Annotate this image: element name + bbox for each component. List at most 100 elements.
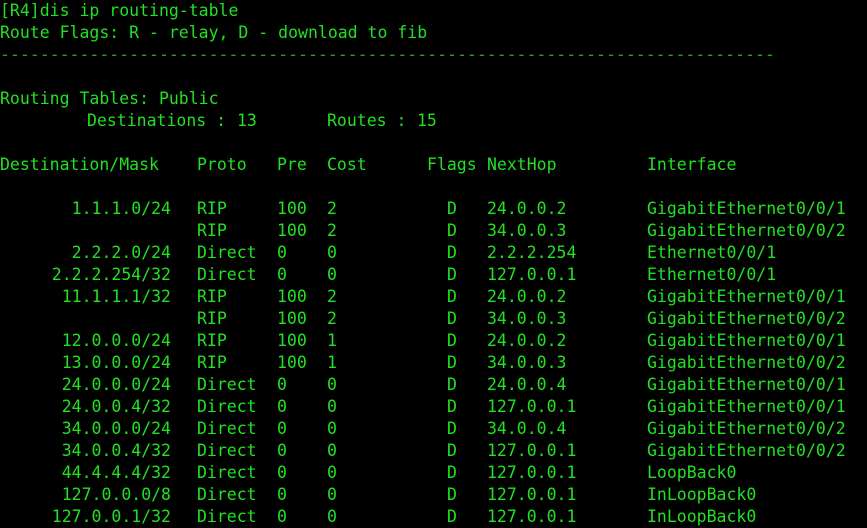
route-pre: 0 — [277, 397, 287, 416]
table-row: RIP 100 2 D 34.0.0.3 GigabitEthernet0/0/2 — [0, 220, 867, 242]
destinations-label: Destinations : — [87, 111, 227, 130]
route-cost: 0 — [327, 419, 337, 438]
route-flags: D — [447, 463, 457, 482]
route-proto: Direct — [197, 397, 257, 416]
route-nexthop: 127.0.0.1 — [487, 265, 577, 284]
route-proto: Direct — [197, 243, 257, 262]
route-cost: 0 — [327, 463, 337, 482]
route-pre: 0 — [277, 441, 287, 460]
terminal-window[interactable]: [R4]dis ip routing-table Route Flags: R … — [0, 0, 867, 526]
route-nexthop: 34.0.0.3 — [487, 221, 567, 240]
route-cost: 2 — [327, 199, 337, 218]
route-interface: GigabitEthernet0/0/2 — [647, 441, 846, 460]
route-interface: GigabitEthernet0/0/1 — [647, 199, 846, 218]
header-nexthop: NextHop — [487, 155, 557, 174]
header-interface: Interface — [647, 155, 737, 174]
route-pre: 0 — [277, 243, 287, 262]
header-flags: Flags — [427, 155, 477, 174]
route-cost: 0 — [327, 397, 337, 416]
route-destination-mask: 11.1.1.1/32 — [61, 287, 171, 306]
route-proto: Direct — [197, 375, 257, 394]
route-proto: RIP — [197, 221, 227, 240]
route-flags: D — [447, 309, 457, 328]
route-cost: 0 — [327, 243, 337, 262]
route-interface: InLoopBack0 — [647, 485, 757, 504]
route-destination-mask: 34.0.0.0/24 — [61, 419, 171, 438]
table-row: 2.2.2.0/24 Direct 0 0 D 2.2.2.254 Ethernet0/0/… — [0, 242, 867, 264]
route-pre: 0 — [277, 485, 287, 504]
route-cost: 2 — [327, 287, 337, 306]
header-cost: Cost — [327, 155, 367, 174]
route-proto: Direct — [197, 441, 257, 460]
route-proto: Direct — [197, 485, 257, 504]
route-nexthop: 34.0.0.4 — [487, 419, 567, 438]
route-nexthop: 127.0.0.1 — [487, 507, 577, 526]
route-flags: D — [447, 397, 457, 416]
route-proto: RIP — [197, 199, 227, 218]
route-flags: D — [447, 441, 457, 460]
table-row: 13.0.0.0/24 RIP 100 1 D 34.0.0.3 GigabitEthern… — [0, 352, 867, 374]
route-destination-mask: 13.0.0.0/24 — [61, 353, 171, 372]
routing-table-scope: Routing Tables: Public — [0, 89, 219, 108]
table-row: 11.1.1.1/32 RIP 100 2 D 24.0.0.2 GigabitEthern… — [0, 286, 867, 308]
route-pre: 100 — [277, 287, 307, 306]
route-proto: Direct — [197, 419, 257, 438]
route-interface: GigabitEthernet0/0/2 — [647, 419, 846, 438]
route-flags: D — [447, 331, 457, 350]
route-nexthop: 127.0.0.1 — [487, 397, 577, 416]
route-interface: GigabitEthernet0/0/1 — [647, 375, 846, 394]
command-prompt-line: [R4]dis ip routing-table — [0, 1, 239, 20]
header-destination-mask: Destination/Mask — [0, 155, 159, 174]
route-pre: 100 — [277, 353, 307, 372]
route-flags: D — [447, 507, 457, 526]
table-row: 2.2.2.254/32 Direct 0 0 D 127.0.0.1 Ethernet0/… — [0, 264, 867, 286]
route-destination-mask: 24.0.0.4/32 — [61, 397, 171, 416]
table-row: RIP 100 2 D 34.0.0.3 GigabitEthernet0/0/2 — [0, 308, 867, 330]
route-pre: 0 — [277, 419, 287, 438]
route-flags: D — [447, 419, 457, 438]
table-row: 34.0.0.4/32 Direct 0 0 D 127.0.0.1 GigabitEthe… — [0, 440, 867, 462]
route-proto: RIP — [197, 353, 227, 372]
route-flags: D — [447, 287, 457, 306]
route-pre: 0 — [277, 463, 287, 482]
route-interface: GigabitEthernet0/0/1 — [647, 397, 846, 416]
route-destination-mask: 2.2.2.0/24 — [71, 243, 171, 262]
route-flags: D — [447, 199, 457, 218]
route-proto: Direct — [197, 265, 257, 284]
table-row: 127.0.0.1/32 Direct 0 0 D 127.0.0.1 InLoopBack… — [0, 506, 867, 528]
table-row: 127.0.0.0/8 Direct 0 0 D 127.0.0.1 InLoopBack0 — [0, 484, 867, 506]
routes-count: 15 — [417, 111, 437, 130]
routes-label: Routes : — [327, 111, 407, 130]
route-cost: 1 — [327, 331, 337, 350]
table-row: 24.0.0.4/32 Direct 0 0 D 127.0.0.1 GigabitEthe… — [0, 396, 867, 418]
route-flags: D — [447, 221, 457, 240]
route-interface: GigabitEthernet0/0/1 — [647, 287, 846, 306]
route-flags: D — [447, 353, 457, 372]
route-interface: InLoopBack0 — [647, 507, 757, 526]
route-proto: RIP — [197, 287, 227, 306]
route-interface: GigabitEthernet0/0/2 — [647, 353, 846, 372]
route-destination-mask: 127.0.0.0/8 — [61, 485, 171, 504]
table-row: 12.0.0.0/24 RIP 100 1 D 24.0.0.2 GigabitEthern… — [0, 330, 867, 352]
route-flags-line: Route Flags: R - relay, D - download to … — [0, 23, 428, 42]
route-cost: 0 — [327, 485, 337, 504]
route-proto: RIP — [197, 331, 227, 350]
route-cost: 0 — [327, 265, 337, 284]
route-cost: 0 — [327, 507, 337, 526]
summary-counts-line: Destinations : 13 Routes : 15 — [0, 110, 867, 132]
route-nexthop: 24.0.0.2 — [487, 199, 567, 218]
route-proto: Direct — [197, 507, 257, 526]
route-nexthop: 127.0.0.1 — [487, 463, 577, 482]
route-cost: 2 — [327, 309, 337, 328]
route-flags: D — [447, 485, 457, 504]
route-flags: D — [447, 243, 457, 262]
route-destination-mask: 24.0.0.0/24 — [61, 375, 171, 394]
routing-table-body: 1.1.1.0/24 RIP 100 2 D 24.0.0.2 GigabitEtherne… — [0, 198, 867, 528]
route-pre: 100 — [277, 221, 307, 240]
table-row: 1.1.1.0/24 RIP 100 2 D 24.0.0.2 GigabitEtherne… — [0, 198, 867, 220]
route-nexthop: 34.0.0.3 — [487, 353, 567, 372]
table-header-row: Destination/Mask Proto Pre Cost Flags Ne… — [0, 154, 867, 176]
